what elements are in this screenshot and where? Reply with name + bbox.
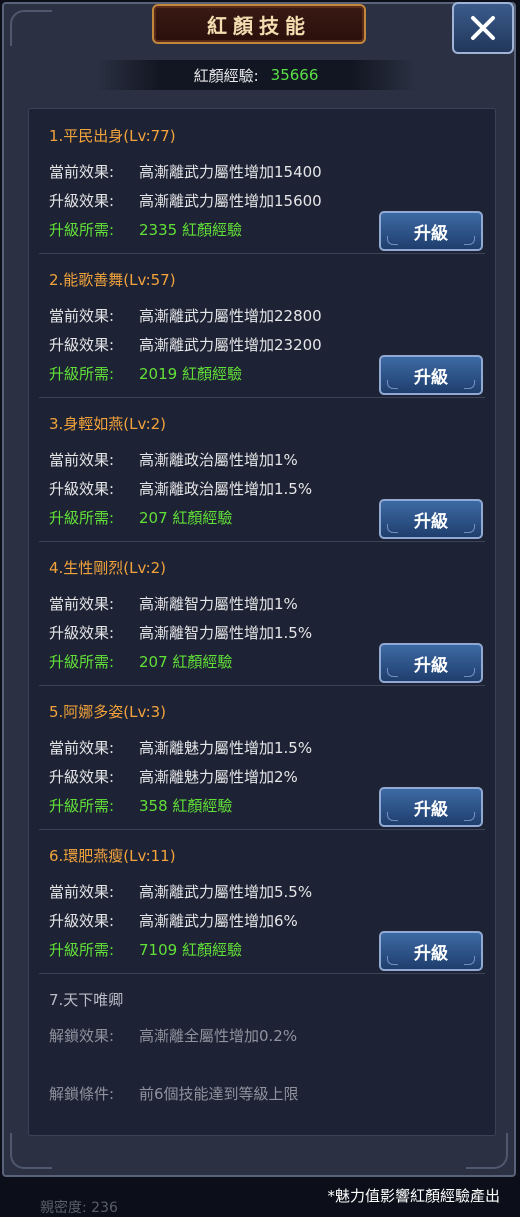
skill-item: 3.身輕如燕(Lv:2) 當前效果: 高漸離政治屬性增加1% 升級效果: 高漸離政治… <box>39 397 485 542</box>
corner-ornament <box>466 1133 508 1169</box>
skill-item: 6.環肥燕瘦(Lv:11) 當前效果: 高漸離武力屬性增加5.5% 升級效果: 高漸… <box>39 829 485 974</box>
skill-title: 6.環肥燕瘦(Lv:11) <box>49 847 176 865</box>
next-effect: 升級效果: 高漸離政治屬性增加1.5% <box>49 480 313 498</box>
skill-title: 2.能歌善舞(Lv:57) <box>49 271 176 289</box>
upgrade-requirement: 升級所需: 7109 紅顏經驗 <box>49 941 242 959</box>
exp-display: 紅顏經驗: 35666 <box>96 60 416 90</box>
corner-ornament <box>10 10 52 46</box>
footer-bar: 親密度: 236 *魅力值影響紅顏經驗產出 <box>0 1177 520 1216</box>
window-title-plate: 紅顏技能 <box>152 4 366 44</box>
charm-note: *魅力值影響紅顏經驗產出 <box>327 1187 500 1205</box>
current-effect: 當前效果: 高漸離武力屬性增加22800 <box>49 307 322 325</box>
skill-title: 4.生性剛烈(Lv:2) <box>49 559 167 577</box>
skill-item: 2.能歌善舞(Lv:57) 當前效果: 高漸離武力屬性增加22800 升級效果: 高… <box>39 253 485 398</box>
skill-list: 1.平民出身(Lv:77) 當前效果: 高漸離武力屬性增加15400 升級效果: 高… <box>28 108 496 1136</box>
intimacy-text: 親密度: 236 <box>40 1200 118 1216</box>
current-effect: 當前效果: 高漸離魅力屬性增加1.5% <box>49 739 313 757</box>
exp-label: 紅顏經驗: <box>193 66 259 85</box>
window-title: 紅顏技能 <box>207 13 311 38</box>
skill-title: 3.身輕如燕(Lv:2) <box>49 415 167 433</box>
upgrade-button[interactable]: 升級 <box>379 499 483 539</box>
skill-title: 7.天下唯卿 <box>49 991 124 1009</box>
skill-item: 5.阿娜多姿(Lv:3) 當前效果: 高漸離魅力屬性增加1.5% 升級效果: 高漸離… <box>39 685 485 830</box>
skill-title: 1.平民出身(Lv:77) <box>49 127 176 145</box>
locked-skill-item: 7.天下唯卿 解鎖效果: 高漸離全屬性增加0.2% 解鎖條件: 前6個技能達到等級上… <box>39 973 485 1117</box>
unlock-effect: 解鎖效果: 高漸離全屬性增加0.2% <box>49 1027 298 1045</box>
corner-ornament <box>10 1133 52 1169</box>
next-effect: 升級效果: 高漸離武力屬性增加23200 <box>49 336 322 354</box>
exp-value: 35666 <box>270 66 319 84</box>
upgrade-requirement: 升級所需: 207 紅顏經驗 <box>49 509 233 527</box>
next-effect: 升級效果: 高漸離智力屬性增加1.5% <box>49 624 313 642</box>
upgrade-button[interactable]: 升級 <box>379 931 483 971</box>
next-effect: 升級效果: 高漸離武力屬性增加15600 <box>49 192 322 210</box>
upgrade-requirement: 升級所需: 358 紅顏經驗 <box>49 797 233 815</box>
current-effect: 當前效果: 高漸離政治屬性增加1% <box>49 451 298 469</box>
current-effect: 當前效果: 高漸離武力屬性增加5.5% <box>49 883 313 901</box>
close-icon <box>471 16 495 40</box>
skill-title: 5.阿娜多姿(Lv:3) <box>49 703 167 721</box>
upgrade-button[interactable]: 升級 <box>379 787 483 827</box>
upgrade-button[interactable]: 升級 <box>379 355 483 395</box>
close-button[interactable] <box>452 2 514 54</box>
next-effect: 升級效果: 高漸離魅力屬性增加2% <box>49 768 298 786</box>
skill-item: 4.生性剛烈(Lv:2) 當前效果: 高漸離智力屬性增加1% 升級效果: 高漸離智力… <box>39 541 485 686</box>
upgrade-button[interactable]: 升級 <box>379 211 483 251</box>
upgrade-button[interactable]: 升級 <box>379 643 483 683</box>
current-effect: 當前效果: 高漸離智力屬性增加1% <box>49 595 298 613</box>
current-effect: 當前效果: 高漸離武力屬性增加15400 <box>49 163 322 181</box>
upgrade-requirement: 升級所需: 2019 紅顏經驗 <box>49 365 242 383</box>
unlock-condition: 解鎖條件: 前6個技能達到等級上限 <box>49 1085 299 1103</box>
upgrade-requirement: 升級所需: 207 紅顏經驗 <box>49 653 233 671</box>
skill-item: 1.平民出身(Lv:77) 當前效果: 高漸離武力屬性增加15400 升級效果: 高… <box>39 109 485 254</box>
next-effect: 升級效果: 高漸離武力屬性增加6% <box>49 912 298 930</box>
upgrade-requirement: 升級所需: 2335 紅顏經驗 <box>49 221 242 239</box>
